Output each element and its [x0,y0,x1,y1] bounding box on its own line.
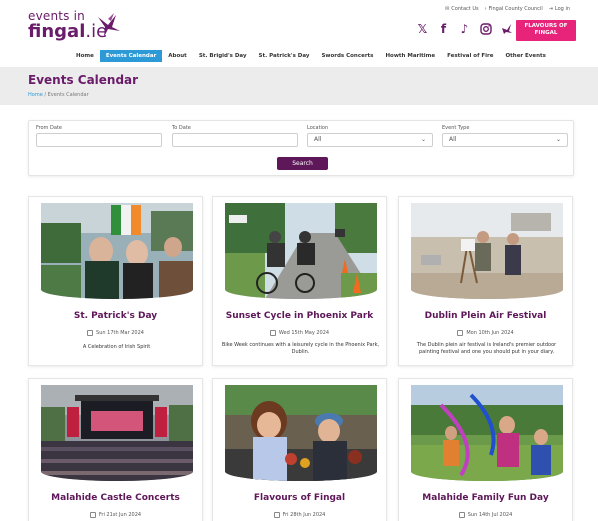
event-title[interactable]: Dublin Plein Air Festival [399,311,572,321]
event-date-text: Fri 21st Jun 2024 [98,512,142,518]
page-title: Events Calendar [28,73,139,87]
event-type-label: Event Type [442,125,470,131]
contact-link[interactable]: ✉ Contact Us [445,6,479,12]
event-type-value: All [449,136,457,143]
top-links: ✉ Contact Us › Fingal County Council ⇥ Log … [445,6,570,12]
event-date-text: Mon 10th Jun 2024 [466,330,514,336]
from-date-input[interactable] [36,133,162,147]
nav-events-calendar[interactable]: Events Calendar [99,50,163,62]
chevron-down-icon: ⌄ [555,136,561,143]
nav-other-events[interactable]: Other Events [499,50,551,62]
login-link[interactable]: ⇥ Log in [549,6,570,12]
nav-st-brigids-day[interactable]: St. Brigid's Day [193,50,253,62]
main-nav: Home Events Calendar About St. Brigid's … [70,50,552,62]
council-link[interactable]: › Fingal County Council [485,6,543,12]
event-image-malahide-concerts[interactable] [41,385,193,481]
calendar-icon [269,330,276,336]
chevron-down-icon: ⌄ [420,136,426,143]
breadcrumb-current: Events Calendar [47,92,89,98]
from-date-field: From Date [36,125,162,147]
event-card[interactable]: Malahide Castle Concerts Fri 21st Jun 20… [28,378,203,521]
calendar-icon [458,512,465,518]
event-type-field: Event Type All ⌄ [442,125,568,147]
breadcrumb: Home / Events Calendar [28,92,89,98]
event-title[interactable]: St. Patrick's Day [29,311,202,321]
event-card[interactable]: Flavours of Fingal Fri 28th Jun 2024 [212,378,387,521]
event-card[interactable]: Dublin Plein Air Festival Mon 10th Jun 2… [398,196,573,366]
location-field: Location All ⌄ [307,125,433,147]
event-card[interactable]: St. Patrick's Day Sun 17th Mar 2024 A Ce… [28,196,203,366]
location-value: All [314,136,322,143]
calendar-icon [89,512,96,518]
event-image-plein-air[interactable] [411,203,563,299]
from-date-label: From Date [36,125,62,131]
tiktok-icon[interactable]: ♪ [458,22,471,36]
event-description: The Dublin plein air festival is Ireland… [416,342,557,355]
event-description: A Celebration of Irish Spirit [82,344,151,350]
x-icon[interactable]: 𝕏 [416,22,429,36]
location-label: Location [307,125,329,131]
event-date-text: Sun 14th Jul 2024 [467,512,513,518]
nav-st-patricks-day[interactable]: St. Patrick's Day [253,50,316,62]
flavours-of-fingal-button[interactable]: FLAVOURS OF FINGAL [516,20,576,41]
nav-festival-of-fire[interactable]: Festival of Fire [441,50,499,62]
event-description: Bike Week continues with a leisurely cyc… [221,342,380,355]
flavours-line1: FLAVOURS OF [524,23,568,29]
event-date-text: Fri 28th Jun 2024 [282,512,326,518]
breadcrumb-home[interactable]: Home [28,92,43,98]
event-image-st-patricks[interactable] [41,203,193,299]
bird-logo-icon [98,13,120,37]
nav-swords-concerts[interactable]: Swords Concerts [315,50,379,62]
event-title[interactable]: Malahide Castle Concerts [29,493,202,503]
nav-howth-maritime[interactable]: Howth Maritime [379,50,441,62]
to-date-label: To Date [172,125,191,131]
envelope-icon: ✉ [445,6,450,12]
calendar-icon [87,330,94,336]
search-button[interactable]: Search [277,157,328,170]
event-title[interactable]: Sunset Cycle in Phoenix Park [213,311,386,321]
arrow-icon: › [484,6,487,12]
site-header: events in fingal.ie ✉ Contact Us › Fingal … [0,0,598,48]
page-title-band: Events Calendar Home / Events Calendar [0,67,598,105]
event-date: Wed 15th May 2024 [213,330,386,336]
event-filters: From Date To Date Location All ⌄ Event T… [28,120,574,176]
calendar-icon [273,512,280,518]
event-image-sunset-cycle[interactable] [225,203,377,299]
event-date: Sun 17th Mar 2024 [29,330,202,336]
calendar-icon [457,330,464,336]
site-logo[interactable]: events in fingal.ie [28,9,148,45]
event-date-text: Wed 15th May 2024 [278,330,330,336]
login-icon: ⇥ [548,6,553,12]
event-date: Mon 10th Jun 2024 [399,330,572,336]
flavours-line2: FINGAL [534,30,558,36]
to-date-input[interactable] [172,133,298,147]
to-date-field: To Date [172,125,298,147]
nav-home[interactable]: Home [70,50,100,62]
event-date: Fri 28th Jun 2024 [213,512,386,518]
event-image-flavours-of-fingal[interactable] [225,385,377,481]
event-card[interactable]: Sunset Cycle in Phoenix Park Wed 15th Ma… [212,196,387,366]
event-card[interactable]: Malahide Family Fun Day Sun 14th Jul 202… [398,378,573,521]
event-date: Fri 21st Jun 2024 [29,512,202,518]
event-date: Sun 14th Jul 2024 [399,512,572,518]
location-select[interactable]: All ⌄ [307,133,433,147]
event-image-family-fun-day[interactable] [411,385,563,481]
event-title[interactable]: Malahide Family Fun Day [399,493,572,503]
event-type-select[interactable]: All ⌄ [442,133,568,147]
bird-icon[interactable] [500,22,513,35]
social-links: 𝕏 f ♪ [416,22,513,36]
event-date-text: Sun 17th Mar 2024 [96,330,144,336]
instagram-icon[interactable] [479,22,492,35]
facebook-icon[interactable]: f [437,22,450,36]
nav-about[interactable]: About [162,50,193,62]
event-title[interactable]: Flavours of Fingal [213,493,386,503]
